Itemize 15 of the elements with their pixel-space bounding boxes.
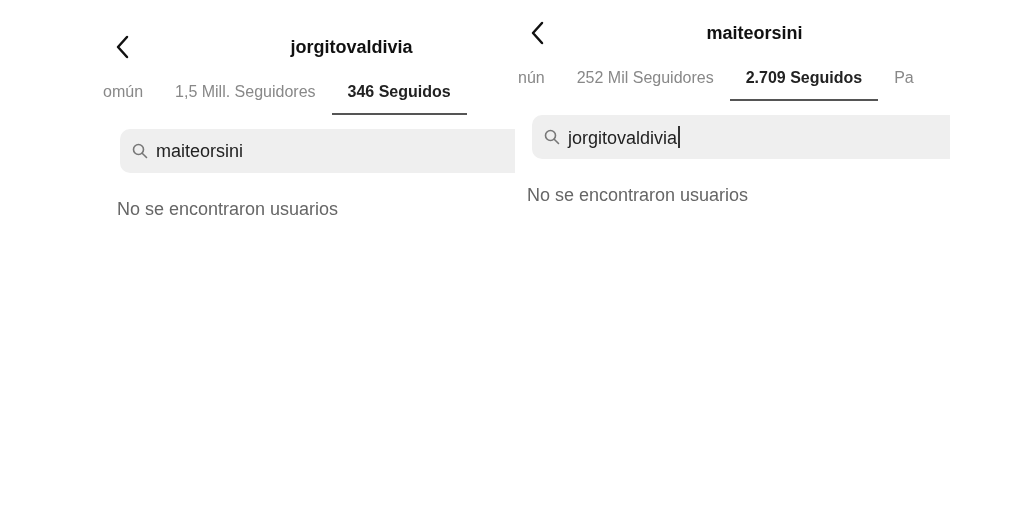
search-icon	[544, 129, 560, 145]
tab[interactable]: nún	[515, 69, 561, 101]
tab[interactable]: 252 Mil Seguidores	[560, 69, 730, 101]
empty-message: No se encontraron usuarios	[117, 199, 340, 220]
tab[interactable]: 1,5 Mill. Seguidores	[159, 83, 332, 115]
profile-title: maiteorsini	[706, 22, 803, 44]
search-field[interactable]: maiteorsini	[120, 129, 515, 173]
search-icon	[132, 143, 148, 159]
tab[interactable]: 2.709 Seguidos	[729, 69, 879, 101]
tab[interactable]: omún	[100, 83, 160, 115]
tab[interactable]: 346 Seguidos	[331, 83, 467, 115]
tab[interactable]: Pa	[878, 69, 930, 101]
search-field[interactable]: jorgitovaldivia	[532, 115, 950, 159]
profile-title: jorgitovaldivia	[290, 36, 413, 58]
empty-message: No se encontraron usuarios	[527, 185, 750, 206]
